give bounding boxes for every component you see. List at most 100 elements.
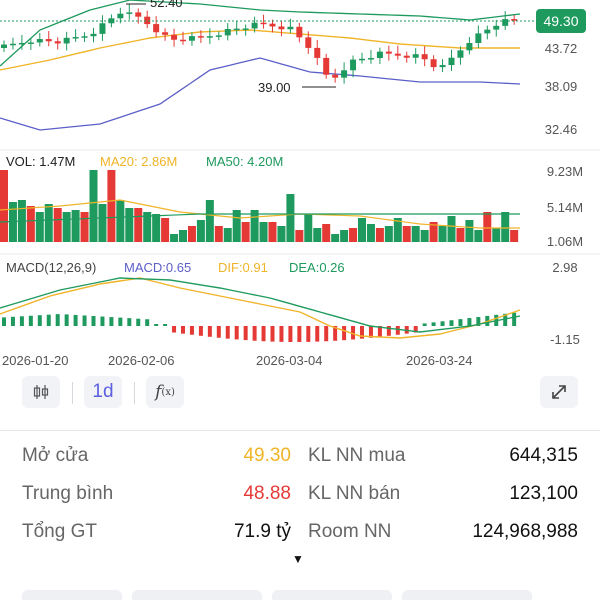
candlestick-icon[interactable] [22,376,60,408]
macd-histogram-bar [225,326,230,339]
volume-bar [232,210,241,242]
candle-body [54,41,61,44]
bottom-tab[interactable] [132,590,262,600]
macd-legend-dea: DEA:0.26 [289,260,345,275]
macd-histogram-bar [2,317,6,326]
candle-body [502,19,509,26]
candle-body [439,65,446,68]
candle-body [466,43,473,51]
macd-histogram-bar [198,326,203,336]
macd-histogram-bar [172,326,177,333]
macd-histogram-bar [288,326,293,342]
chart-toolbar: 1d f (x) [0,372,600,412]
candle-body [484,29,491,34]
candlestick-icon-glyph [33,385,49,399]
macd-histogram-bar [342,326,347,341]
bottom-tab[interactable] [22,590,122,600]
volume-bar [358,218,366,242]
volume-bar [62,212,71,242]
function-icon[interactable]: f (x) [146,376,184,408]
date-axis-label: 2026-02-06 [108,353,175,368]
bottom-tab[interactable] [272,590,392,600]
volume-bar [107,170,116,242]
volume-axis-label: 5.14M [547,200,583,215]
expand-stats-button[interactable]: ▼ [292,552,304,566]
macd-histogram-bar [395,326,400,335]
macd-axis-label: -1.15 [550,332,580,347]
volume-bar [277,226,286,242]
candle-body [27,42,34,44]
macd-histogram-bar [82,315,87,326]
bottom-tab[interactable] [402,590,532,600]
candle-body [269,23,276,27]
macd-histogram-bar [28,315,33,326]
candle-body [314,47,321,58]
macd-histogram-bar [207,326,212,337]
foreign-room-value: 124,968,988 [472,521,578,542]
expand-icon[interactable] [540,376,578,408]
candle-body [81,36,88,38]
average-value: 48.88 [243,483,291,504]
volume-bar [295,230,304,242]
volume-bar [447,216,456,242]
macd-axis-label: 2.98 [552,260,577,275]
volume-bar [187,226,196,242]
volume-bar [465,220,474,242]
candle-body [403,55,410,58]
volume-bar [366,224,375,242]
volume-bar [152,214,161,242]
average-label: Trung bình [22,483,114,504]
candle-body [135,12,142,17]
macd-histogram-bar [467,318,472,326]
candle-body [305,37,312,48]
section-divider [0,430,600,431]
volume-bar [510,230,519,242]
volume-bar [322,224,331,242]
volume-bar [35,212,44,242]
volume-bar [26,206,35,242]
interval-button[interactable]: 1d [84,376,122,408]
expand-icon-glyph [552,385,566,399]
candle-body [367,58,374,60]
price-moving-average [0,29,520,71]
volume-bar [340,230,349,242]
volume-bar [286,194,295,242]
volume-bar [384,226,393,242]
candle-body [511,19,518,21]
candle-body [188,36,195,41]
candle-body [233,28,240,31]
volume-bar [53,208,62,242]
volume-bar [179,230,187,242]
macd-histogram-bar [118,317,123,326]
macd-histogram-bar [100,316,105,326]
macd-histogram-bar [279,326,284,342]
macd-histogram-bar [55,314,60,326]
candle-body [72,37,79,39]
stat-row: Mở cửa 49.30 KL NN mua 644,315 [0,435,600,473]
volume-bar [474,230,483,242]
volume-bar [44,204,53,242]
macd-histogram [2,312,517,342]
open-label: Mở cửa [22,445,89,466]
price-envelope-band [0,0,521,131]
candle-body [126,12,133,14]
volume-bar [214,226,223,242]
candlestick-series [1,4,518,84]
high-marker-label: 52.40 [150,0,183,10]
volume-bar [241,222,250,242]
macd-histogram-bar [261,326,266,342]
candle-body [171,34,178,40]
macd-histogram-bar [243,326,248,341]
volume-bar [501,212,510,242]
macd-histogram-bar [127,318,132,326]
stat-row: Tổng GT 71.9 tỷ Room NN 124,968,988 [0,511,600,549]
candle-body [448,57,455,66]
volume-bar [268,222,277,242]
volume-bar [71,210,80,242]
volume-bar [161,218,170,242]
macd-histogram-bar [458,319,463,326]
candle-body [162,32,169,35]
stock-chart[interactable]: 49.30 43.72 38.09 32.46 52.40 39.00 VOL:… [0,0,600,372]
candle-body [332,74,339,78]
candle-body [153,24,160,33]
